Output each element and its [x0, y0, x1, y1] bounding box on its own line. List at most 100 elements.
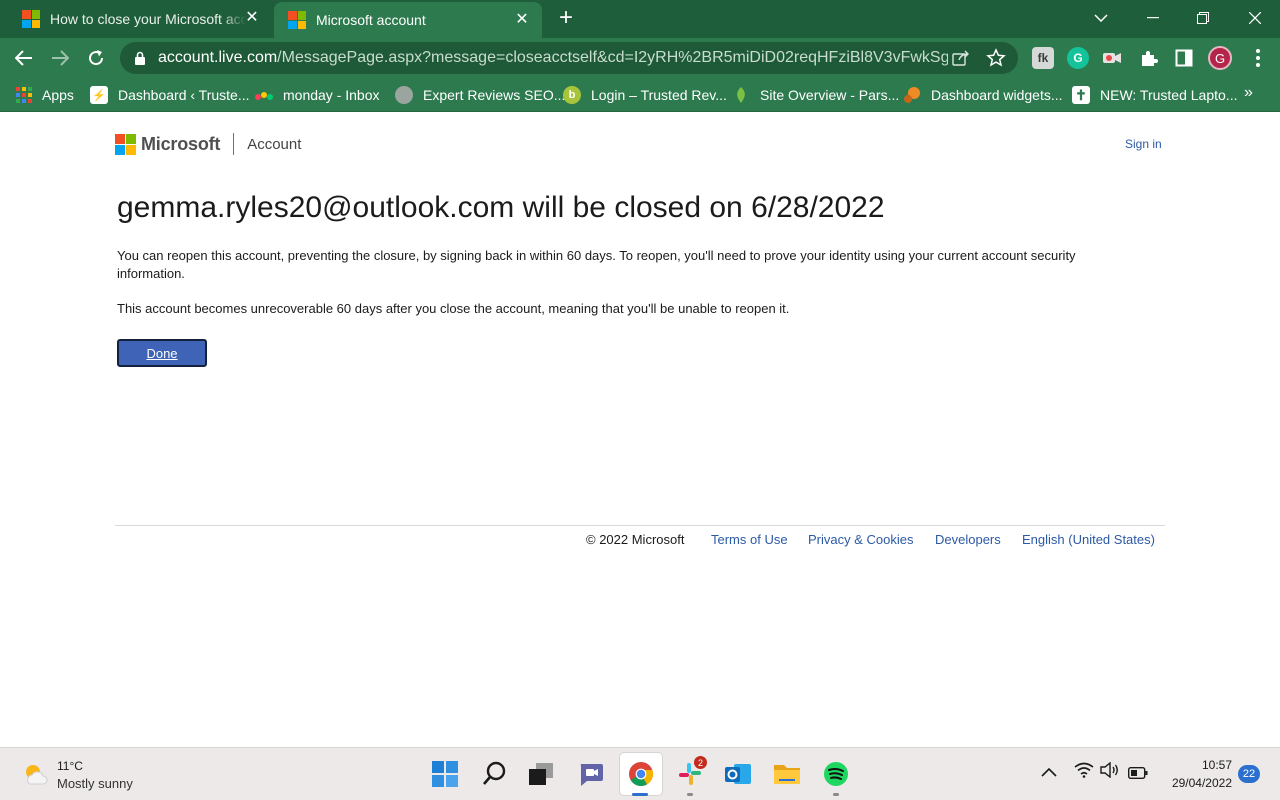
sign-in-link[interactable]: Sign in [1125, 137, 1162, 151]
chrome-running-indicator [632, 793, 648, 796]
done-button[interactable]: Done [117, 339, 207, 367]
reload-icon[interactable] [84, 46, 108, 70]
share-icon[interactable] [952, 50, 970, 71]
tab-title: Microsoft account [316, 12, 426, 28]
close-window-icon[interactable] [1230, 0, 1280, 36]
clock-time: 10:57 [1201, 758, 1232, 772]
bookmark-site-overview[interactable]: Site Overview - Pars... [732, 84, 899, 106]
grammarly-icon[interactable]: G [1067, 47, 1089, 69]
close-tab-icon[interactable]: ✕ [514, 12, 530, 28]
monday-icon [255, 86, 273, 104]
lock-icon [134, 51, 146, 70]
more-menu-icon[interactable] [1248, 46, 1268, 70]
slack-notification-badge: 2 [694, 756, 707, 769]
bookmark-label: Dashboard ‹ Truste... [118, 87, 250, 103]
page-content: Microsoft Account Sign in gemma.ryles20@… [0, 113, 1280, 747]
tab-title: How to close your Microsoft account [50, 11, 246, 27]
spotify-running-indicator [833, 793, 839, 796]
weather-widget[interactable]: 11°C Mostly sunny [22, 758, 133, 792]
microsoft-account-header[interactable]: Microsoft Account [115, 133, 301, 155]
spotify-icon[interactable] [822, 760, 850, 788]
bookmark-label: Apps [42, 87, 74, 103]
profile-avatar[interactable]: G [1208, 46, 1232, 70]
browser-tab-strip: How to close your Microsoft account ✕ Mi… [0, 0, 1280, 38]
close-tab-icon[interactable]: ✕ [244, 10, 260, 26]
bookmark-label: Login – Trusted Rev... [591, 87, 727, 103]
bookmark-label: Dashboard widgets... [931, 87, 1063, 103]
bookmark-star-icon[interactable] [986, 48, 1006, 73]
brand-name: Microsoft [141, 133, 221, 154]
slack-running-indicator [687, 793, 693, 796]
search-icon[interactable] [480, 760, 508, 788]
bookmark-label: Expert Reviews SEO... [423, 87, 566, 103]
chrome-icon[interactable] [627, 760, 655, 788]
system-clock[interactable]: 10:57 29/04/2022 [1160, 756, 1232, 792]
weather-condition: Mostly sunny [57, 776, 133, 791]
url-text: account.live.com/MessagePage.aspx?messag… [158, 49, 948, 67]
bookmark-label: NEW: Trusted Lapto... [1100, 87, 1238, 103]
privacy-cookies-link[interactable]: Privacy & Cookies [808, 532, 913, 547]
windows-start-icon[interactable] [431, 760, 459, 788]
wifi-icon[interactable] [1074, 762, 1094, 783]
task-view-icon[interactable] [527, 760, 555, 788]
language-link[interactable]: English (United States) [1022, 532, 1155, 547]
bookmark-apps[interactable]: Apps [16, 84, 74, 106]
teams-chat-icon[interactable] [577, 760, 605, 788]
unrecoverable-info-text: This account becomes unrecoverable 60 da… [117, 301, 790, 316]
tab-microsoft-account[interactable]: Microsoft account ✕ [274, 2, 542, 38]
footer-divider [115, 525, 1165, 526]
microsoft-logo-icon [288, 11, 306, 29]
side-panel-icon[interactable] [1173, 47, 1195, 69]
clock-date: 29/04/2022 [1171, 776, 1232, 790]
copyright-text: © 2022 Microsoft [586, 532, 685, 547]
developers-link[interactable]: Developers [935, 532, 1001, 547]
tab-search-icon[interactable] [1076, 0, 1126, 36]
bookmark-label: monday - Inbox [283, 87, 380, 103]
back-arrow-icon[interactable] [12, 46, 36, 70]
screen-recorder-icon[interactable] [1101, 47, 1123, 69]
restore-icon[interactable] [1178, 0, 1228, 36]
login-icon: b [563, 86, 581, 104]
page-title: gemma.ryles20@outlook.com will be closed… [117, 191, 885, 224]
bookmark-login-trusted[interactable]: b Login – Trusted Rev... [563, 84, 727, 106]
partly-sunny-icon [22, 762, 48, 788]
parsely-icon [732, 86, 750, 104]
forward-arrow-icon[interactable] [48, 46, 72, 70]
bookmark-monday-inbox[interactable]: monday - Inbox [255, 84, 380, 106]
microsoft-logo-icon [115, 133, 136, 155]
cross-icon: ✝ [1072, 86, 1090, 104]
windows-taskbar: 11°C Mostly sunny 2 10:57 29/04/2022 22 [0, 747, 1280, 800]
section-name: Account [247, 135, 302, 153]
bookmark-dashboard-widgets[interactable]: Dashboard widgets... [903, 84, 1063, 106]
header-divider [233, 133, 235, 155]
microsoft-logo-icon [22, 10, 40, 28]
volume-icon[interactable] [1100, 761, 1120, 783]
outlook-icon[interactable] [724, 760, 752, 788]
notification-count-badge[interactable]: 22 [1238, 765, 1260, 783]
bookmark-expert-reviews[interactable]: Expert Reviews SEO... [395, 84, 565, 106]
tab-how-to-close[interactable]: How to close your Microsoft account ✕ [0, 0, 272, 38]
extension-fk-icon[interactable]: fk [1032, 47, 1054, 69]
url-host: account.live.com [158, 49, 278, 66]
file-explorer-icon[interactable] [773, 760, 801, 788]
url-path: /MessagePage.aspx?message=closeacctself&… [277, 49, 948, 66]
minimize-icon[interactable] [1128, 0, 1178, 36]
bookmarks-bar: Apps ⚡ Dashboard ‹ Truste... monday - In… [0, 78, 1280, 112]
bookmark-label: Site Overview - Pars... [760, 87, 900, 103]
browser-toolbar: account.live.com/MessagePage.aspx?messag… [0, 38, 1280, 78]
widgets-icon [903, 86, 921, 104]
new-tab-button[interactable]: + [554, 6, 578, 30]
terms-of-use-link[interactable]: Terms of Use [711, 532, 788, 547]
reopen-info-text: You can reopen this account, preventing … [117, 248, 1076, 281]
show-hidden-icons-chevron-icon[interactable] [1041, 764, 1057, 782]
battery-icon[interactable] [1127, 766, 1148, 784]
address-bar[interactable]: account.live.com/MessagePage.aspx?messag… [120, 42, 1018, 74]
weather-temp: 11°C [57, 759, 83, 773]
apps-grid-icon [16, 87, 32, 103]
bookmark-dashboard-trusted[interactable]: ⚡ Dashboard ‹ Truste... [90, 84, 250, 106]
extensions-puzzle-icon[interactable] [1138, 47, 1160, 69]
bookmark-new-trusted-laptops[interactable]: ✝ NEW: Trusted Lapto... [1072, 84, 1237, 106]
globe-icon [395, 86, 413, 104]
trusted-reviews-icon: ⚡ [90, 86, 108, 104]
bookmarks-overflow-icon[interactable]: » [1244, 84, 1253, 102]
